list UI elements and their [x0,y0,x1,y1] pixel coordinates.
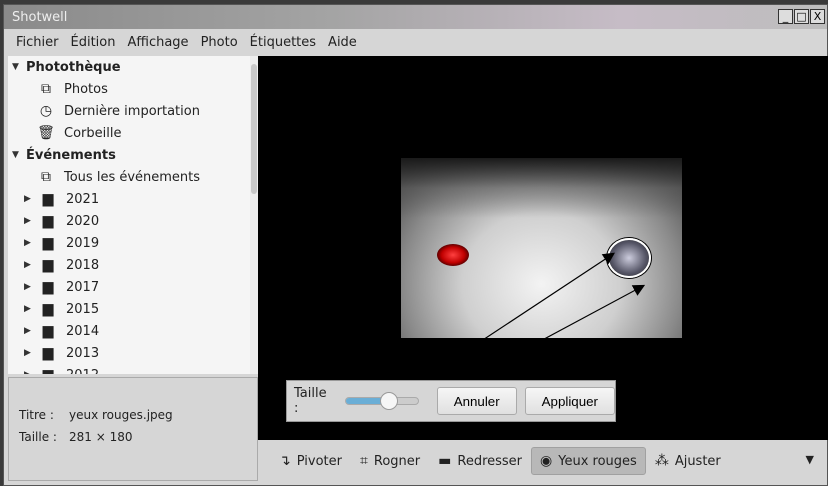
expand-triangle-icon[interactable]: ▶ [24,326,38,336]
more-dropdown-icon[interactable]: ▼ [806,453,814,466]
title-bar: Shotwell _ □ X [4,5,827,29]
menu-file[interactable]: Fichier [10,31,65,55]
trash-icon: 🗑 [37,125,55,141]
folder-icon: ▆ [38,367,58,374]
cancel-button[interactable]: Annuler [436,387,517,415]
menu-photo[interactable]: Photo [195,31,244,55]
menu-tags[interactable]: Étiquettes [244,31,322,55]
sidebar-item-trash[interactable]: 🗑 Corbeille [8,122,258,144]
minimize-button[interactable]: _ [778,9,793,24]
sidebar-item-year[interactable]: ▶ ▆ 2013 [8,342,258,364]
sidebar-item-year[interactable]: ▶▆2012 [8,364,258,374]
title-label: Titre : [19,408,54,422]
crop-icon: ⌗ [360,453,368,469]
folder-icon: ▆ [42,235,54,251]
size-slider-label: Taille : [294,386,327,416]
slider-handle[interactable] [380,392,399,410]
expand-triangle-icon[interactable]: ▶ [24,370,38,374]
expand-triangle-icon[interactable]: ▶ [24,304,38,314]
window-title: Shotwell [12,10,68,25]
straighten-button[interactable]: ▬ Redresser [429,447,531,475]
expand-triangle-icon[interactable]: ▶ [24,348,38,358]
expand-triangle-icon[interactable]: ▶ [24,216,38,226]
folder-icon: ▆ [42,279,54,295]
photos-icon: ⧉ [41,81,51,97]
sidebar-item-year[interactable]: ▶ ▆ 2021 [8,188,258,210]
size-value: 281 × 180 [69,430,133,444]
eye-icon: ◉ [540,453,553,469]
expand-triangle-icon[interactable]: ▶ [24,260,38,270]
menu-view[interactable]: Affichage [121,31,194,55]
sidebar-item-year[interactable]: ▶ ▆ 2015 [8,298,258,320]
size-slider[interactable] [344,392,419,410]
menu-bar: Fichier Édition Affichage Photo Étiquett… [4,31,827,55]
photo-viewer: Taille : Annuler Appliquer [258,56,828,440]
app-window: Shotwell _ □ X Fichier Édition Affichage… [3,4,828,486]
scrollbar-thumb[interactable] [251,64,257,194]
expand-triangle-icon[interactable]: ▼ [12,150,26,160]
adjust-icon: ⁂ [654,453,669,469]
sidebar: ▼ Photothèque ⧉ Photos ◷ Dernière importati… [8,56,258,374]
adjust-button[interactable]: ⁂ Ajuster [646,447,730,475]
size-label: Taille : [19,430,57,444]
maximize-button[interactable]: □ [794,9,809,24]
sidebar-scrollbar[interactable] [250,56,258,374]
folder-icon: ▆ [42,191,54,207]
sidebar-events-header[interactable]: ▼ Événements [8,144,258,166]
red-eye-button[interactable]: ◉ Yeux rouges [531,447,646,475]
straighten-icon: ▬ [438,453,452,469]
sidebar-item-year[interactable]: ▶ ▆ 2017 [8,276,258,298]
sidebar-item-all-events[interactable]: ⧉ Tous les événements [8,166,258,188]
sidebar-item-photos[interactable]: ⧉ Photos [8,78,258,100]
menu-edit[interactable]: Édition [65,31,122,55]
sidebar-item-year[interactable]: ▶ ▆ 2020 [8,210,258,232]
clock-icon: ◷ [39,103,53,119]
rotate-button[interactable]: ↴ Pivoter [270,447,351,475]
title-value: yeux rouges.jpeg [69,408,173,422]
events-icon: ⧉ [41,169,51,185]
apply-button[interactable]: Appliquer [524,387,615,415]
expand-triangle-icon[interactable]: ▶ [24,282,38,292]
expand-triangle-icon[interactable]: ▼ [12,62,26,72]
crop-button[interactable]: ⌗ Rogner [351,447,429,475]
sidebar-item-year[interactable]: ▶ ▆ 2018 [8,254,258,276]
folder-icon: ▆ [42,301,54,317]
folder-icon: ▆ [42,213,54,229]
expand-triangle-icon[interactable]: ▶ [24,238,38,248]
folder-icon: ▆ [42,257,54,273]
expand-triangle-icon[interactable]: ▶ [24,194,38,204]
photo-info-pane: Titre : yeux rouges.jpeg Taille : 281 × 18… [8,377,258,481]
sidebar-item-year[interactable]: ▶ ▆ 2019 [8,232,258,254]
folder-icon: ▆ [42,323,54,339]
folder-icon: ▆ [42,345,54,361]
sidebar-item-last-import[interactable]: ◷ Dernière importation [8,100,258,122]
sidebar-library-header[interactable]: ▼ Photothèque [8,56,258,78]
sidebar-item-year[interactable]: ▶ ▆ 2014 [8,320,258,342]
menu-help[interactable]: Aide [322,31,363,55]
close-button[interactable]: X [810,9,825,24]
red-eye-panel: Taille : Annuler Appliquer [286,380,616,422]
edit-toolbar: ↴ Pivoter ⌗ Rogner ▬ Redresser ◉ Yeux rouges… [258,441,828,481]
rotate-icon: ↴ [279,453,291,469]
